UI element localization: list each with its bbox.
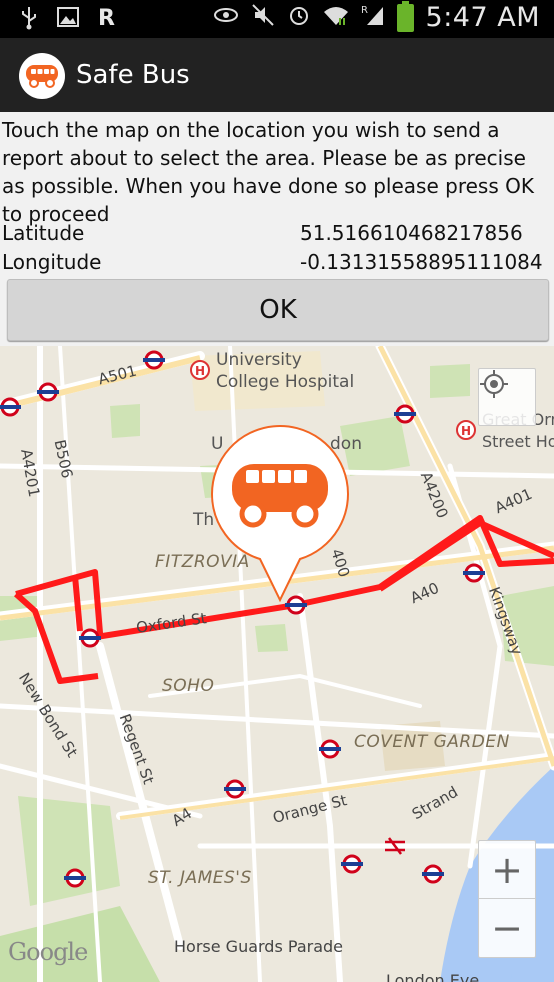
instructions-text: Touch the map on the location you wish t… bbox=[2, 118, 534, 226]
map-label-london-eye: London Eye bbox=[386, 971, 480, 982]
zoom-controls: + − bbox=[478, 840, 536, 958]
map-view[interactable]: H H University College Hospital Great Or… bbox=[0, 346, 554, 982]
usb-icon bbox=[20, 6, 38, 36]
map-label-hospital: College Hospital bbox=[216, 372, 355, 392]
map-label-don: don bbox=[330, 434, 362, 454]
svg-text:H: H bbox=[195, 364, 205, 378]
map-label-th: Th bbox=[193, 510, 215, 530]
app-title: Safe Bus bbox=[76, 60, 190, 90]
my-location-button[interactable] bbox=[478, 368, 536, 426]
zoom-out-button[interactable]: − bbox=[479, 899, 535, 956]
r-app-icon: R bbox=[98, 6, 115, 31]
map-label-university: University bbox=[216, 350, 302, 370]
zoom-in-button[interactable]: + bbox=[479, 841, 535, 899]
signal-icon: R bbox=[361, 3, 385, 33]
image-icon bbox=[56, 6, 80, 36]
ok-button[interactable]: OK bbox=[7, 279, 549, 341]
svg-text:H: H bbox=[461, 424, 471, 438]
map-area-covent-garden: COVENT GARDEN bbox=[354, 732, 510, 752]
eye-icon bbox=[213, 5, 239, 30]
map-label-u: U bbox=[211, 434, 224, 454]
status-bar: R R 5:47 AM bbox=[0, 0, 554, 38]
battery-icon bbox=[396, 0, 414, 32]
google-logo: Google bbox=[8, 938, 88, 966]
map-label-street-hos: Street Hos bbox=[482, 432, 554, 451]
clock: 5:47 AM bbox=[425, 2, 540, 33]
bus-icon[interactable] bbox=[19, 53, 65, 99]
longitude-value: -0.13131558895111084 bbox=[300, 250, 543, 274]
report-form: Touch the map on the location you wish t… bbox=[0, 112, 554, 348]
latitude-value: 51.516610468217856 bbox=[300, 221, 523, 245]
map-label-horse-guards: Horse Guards Parade bbox=[174, 937, 343, 956]
alarm-icon bbox=[287, 3, 311, 33]
action-bar: Safe Bus bbox=[0, 38, 554, 112]
wifi-icon bbox=[323, 4, 349, 32]
mute-icon bbox=[251, 3, 275, 33]
svg-text:R: R bbox=[361, 5, 368, 16]
latitude-label: Latitude bbox=[2, 221, 85, 245]
map-canvas[interactable]: H H bbox=[0, 346, 554, 982]
map-area-fitzrovia: FITZROVIA bbox=[155, 552, 250, 572]
my-location-icon bbox=[480, 370, 508, 398]
map-area-soho: SOHO bbox=[162, 676, 215, 696]
longitude-label: Longitude bbox=[2, 250, 102, 274]
map-area-st-james: ST. JAMES'S bbox=[148, 868, 252, 888]
